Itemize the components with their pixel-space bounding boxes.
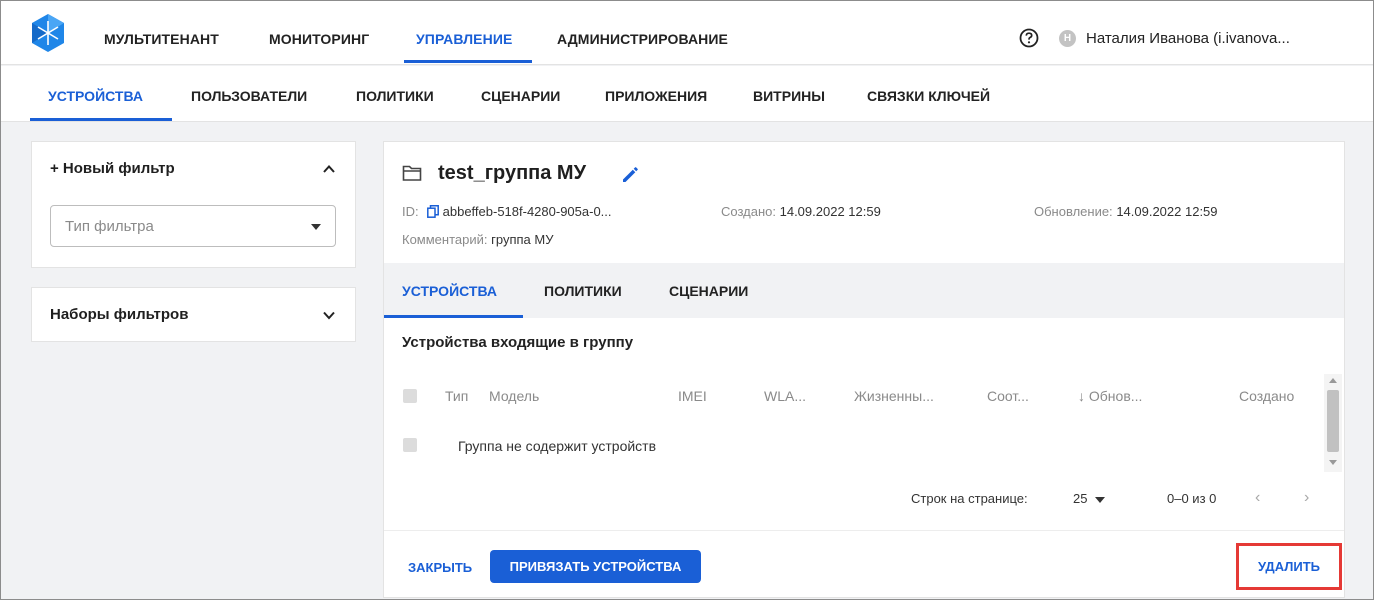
tab-devices[interactable]: УСТРОЙСТВА	[402, 283, 497, 299]
folder-icon	[402, 165, 422, 181]
avatar[interactable]: Н	[1059, 30, 1076, 47]
delete-button[interactable]: УДАЛИТЬ	[1236, 543, 1342, 590]
table-scrollbar[interactable]	[1324, 374, 1342, 472]
chevron-down-icon[interactable]	[322, 308, 336, 322]
group-updated: Обновление: 14.09.2022 12:59	[1034, 204, 1218, 219]
caret-down-icon[interactable]	[1095, 497, 1105, 503]
column-model[interactable]: Модель	[489, 388, 539, 404]
updated-label: Обновление:	[1034, 204, 1113, 219]
subnav-policies[interactable]: ПОЛИТИКИ	[356, 88, 434, 104]
copy-icon[interactable]	[426, 205, 439, 218]
tab-active-indicator	[384, 315, 523, 318]
pagination-range: 0–0 из 0	[1167, 491, 1217, 506]
updated-value: 14.09.2022 12:59	[1116, 204, 1218, 219]
topnav-monitoring[interactable]: МОНИТОРИНГ	[269, 31, 369, 47]
pencil-icon[interactable]	[621, 166, 639, 184]
filter-type-placeholder: Тип фильтра	[65, 218, 154, 235]
app-logo-icon[interactable]	[31, 13, 65, 53]
subnav-applications[interactable]: ПРИЛОЖЕНИЯ	[605, 88, 707, 104]
topnav-management[interactable]: УПРАВЛЕНИЕ	[416, 31, 512, 47]
group-created: Создано: 14.09.2022 12:59	[721, 204, 881, 219]
sub-navigation: УСТРОЙСТВА ПОЛЬЗОВАТЕЛИ ПОЛИТИКИ СЦЕНАРИ…	[1, 66, 1373, 122]
group-details-card: test_группа МУ ID: abbeffeb-518f-4280-905…	[383, 141, 1345, 598]
group-title: test_группа МУ	[438, 162, 587, 184]
user-name[interactable]: Наталия Иванова (i.ivanova...	[1086, 30, 1290, 47]
group-comment: Комментарий: группа МУ	[402, 232, 553, 247]
empty-table-message: Группа не содержит устройств	[458, 438, 657, 454]
tab-policies[interactable]: ПОЛИТИКИ	[544, 283, 622, 299]
subnav-scenarios[interactable]: СЦЕНАРИИ	[481, 88, 560, 104]
scroll-up-icon[interactable]	[1329, 378, 1337, 383]
devices-section-title: Устройства входящие в группу	[402, 334, 634, 351]
app-window: МУЛЬТИТЕНАНТ МОНИТОРИНГ УПРАВЛЕНИЕ АДМИН…	[0, 0, 1374, 600]
column-lifecycle[interactable]: Жизненны...	[854, 388, 934, 404]
top-navigation: МУЛЬТИТЕНАНТ МОНИТОРИНГ УПРАВЛЕНИЕ АДМИН…	[1, 1, 1373, 65]
column-updated-sorted[interactable]: ↓ Обнов...	[1078, 388, 1142, 404]
filter-type-select[interactable]: Тип фильтра	[50, 205, 336, 247]
help-icon[interactable]	[1019, 28, 1039, 48]
rows-per-page-select[interactable]: 25	[1073, 491, 1087, 506]
comment-label: Комментарий:	[402, 232, 488, 247]
created-label: Создано:	[721, 204, 776, 219]
comment-value: группа МУ	[491, 232, 554, 247]
scroll-thumb[interactable]	[1327, 390, 1339, 452]
tab-scenarios[interactable]: СЦЕНАРИИ	[669, 283, 748, 299]
group-id: ID: abbeffeb-518f-4280-905a-0...	[402, 204, 612, 219]
divider	[384, 530, 1344, 531]
devices-table: Тип Модель IMEI WLA... Жизненны... Соот.…	[384, 374, 1344, 474]
row-checkbox[interactable]	[403, 438, 417, 452]
new-filter-button[interactable]: + Новый фильтр	[50, 160, 175, 177]
subnav-showcases[interactable]: ВИТРИНЫ	[753, 88, 825, 104]
topnav-multitenant[interactable]: МУЛЬТИТЕНАНТ	[104, 31, 219, 47]
subnav-keychains[interactable]: СВЯЗКИ КЛЮЧЕЙ	[867, 88, 990, 104]
column-created[interactable]: Создано	[1239, 388, 1294, 404]
next-page-button[interactable]: ›	[1304, 489, 1309, 507]
topnav-active-indicator	[404, 60, 532, 63]
filter-sets-panel[interactable]: Наборы фильтров	[31, 287, 356, 342]
chevron-up-icon[interactable]	[322, 162, 336, 176]
column-imei[interactable]: IMEI	[678, 388, 707, 404]
column-type[interactable]: Тип	[445, 388, 468, 404]
group-id-label: ID:	[402, 204, 419, 219]
bind-devices-button[interactable]: ПРИВЯЗАТЬ УСТРОЙСТВА	[490, 550, 701, 583]
subnav-active-indicator	[30, 118, 172, 121]
scroll-down-icon[interactable]	[1329, 460, 1337, 465]
prev-page-button[interactable]: ‹	[1255, 489, 1260, 507]
filter-sets-title: Наборы фильтров	[50, 306, 189, 323]
rows-per-page-label: Строк на странице:	[911, 491, 1028, 506]
caret-down-icon	[311, 224, 321, 230]
column-compliance[interactable]: Соот...	[987, 388, 1029, 404]
created-value: 14.09.2022 12:59	[779, 204, 881, 219]
subnav-users[interactable]: ПОЛЬЗОВАТЕЛИ	[191, 88, 307, 104]
close-button[interactable]: ЗАКРЫТЬ	[408, 560, 472, 575]
select-all-checkbox[interactable]	[403, 389, 417, 403]
new-filter-panel: + Новый фильтр Тип фильтра	[31, 141, 356, 268]
topnav-administration[interactable]: АДМИНИСТРИРОВАНИЕ	[557, 31, 728, 47]
column-wlan[interactable]: WLA...	[764, 388, 806, 404]
subnav-devices[interactable]: УСТРОЙСТВА	[48, 88, 143, 104]
group-tabs: УСТРОЙСТВА ПОЛИТИКИ СЦЕНАРИИ	[384, 263, 1344, 318]
group-id-value: abbeffeb-518f-4280-905a-0...	[442, 204, 612, 219]
